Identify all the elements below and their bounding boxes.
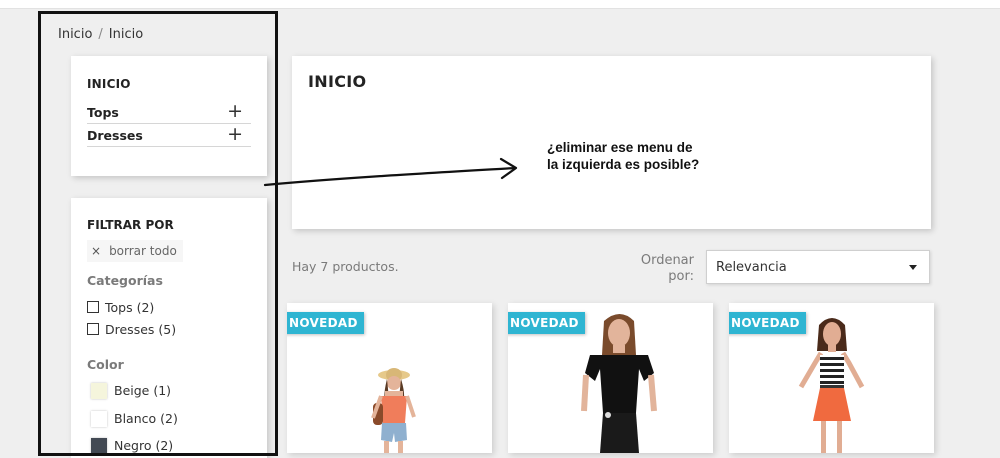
sort-label: Ordenar por: [640, 253, 694, 284]
new-badge: NOVEDAD [508, 312, 585, 334]
caret-down-icon [909, 265, 917, 270]
new-badge: NOVEDAD [287, 312, 364, 334]
product-card[interactable]: NOVEDAD [287, 303, 492, 453]
product-card[interactable]: NOVEDAD [729, 303, 934, 453]
product-count: Hay 7 productos. [292, 259, 399, 274]
new-badge: NOVEDAD [729, 312, 806, 334]
product-card[interactable]: NOVEDAD [508, 303, 713, 453]
sort-dropdown-value: Relevancia [716, 260, 787, 275]
sort-dropdown[interactable]: Relevancia [706, 250, 930, 284]
